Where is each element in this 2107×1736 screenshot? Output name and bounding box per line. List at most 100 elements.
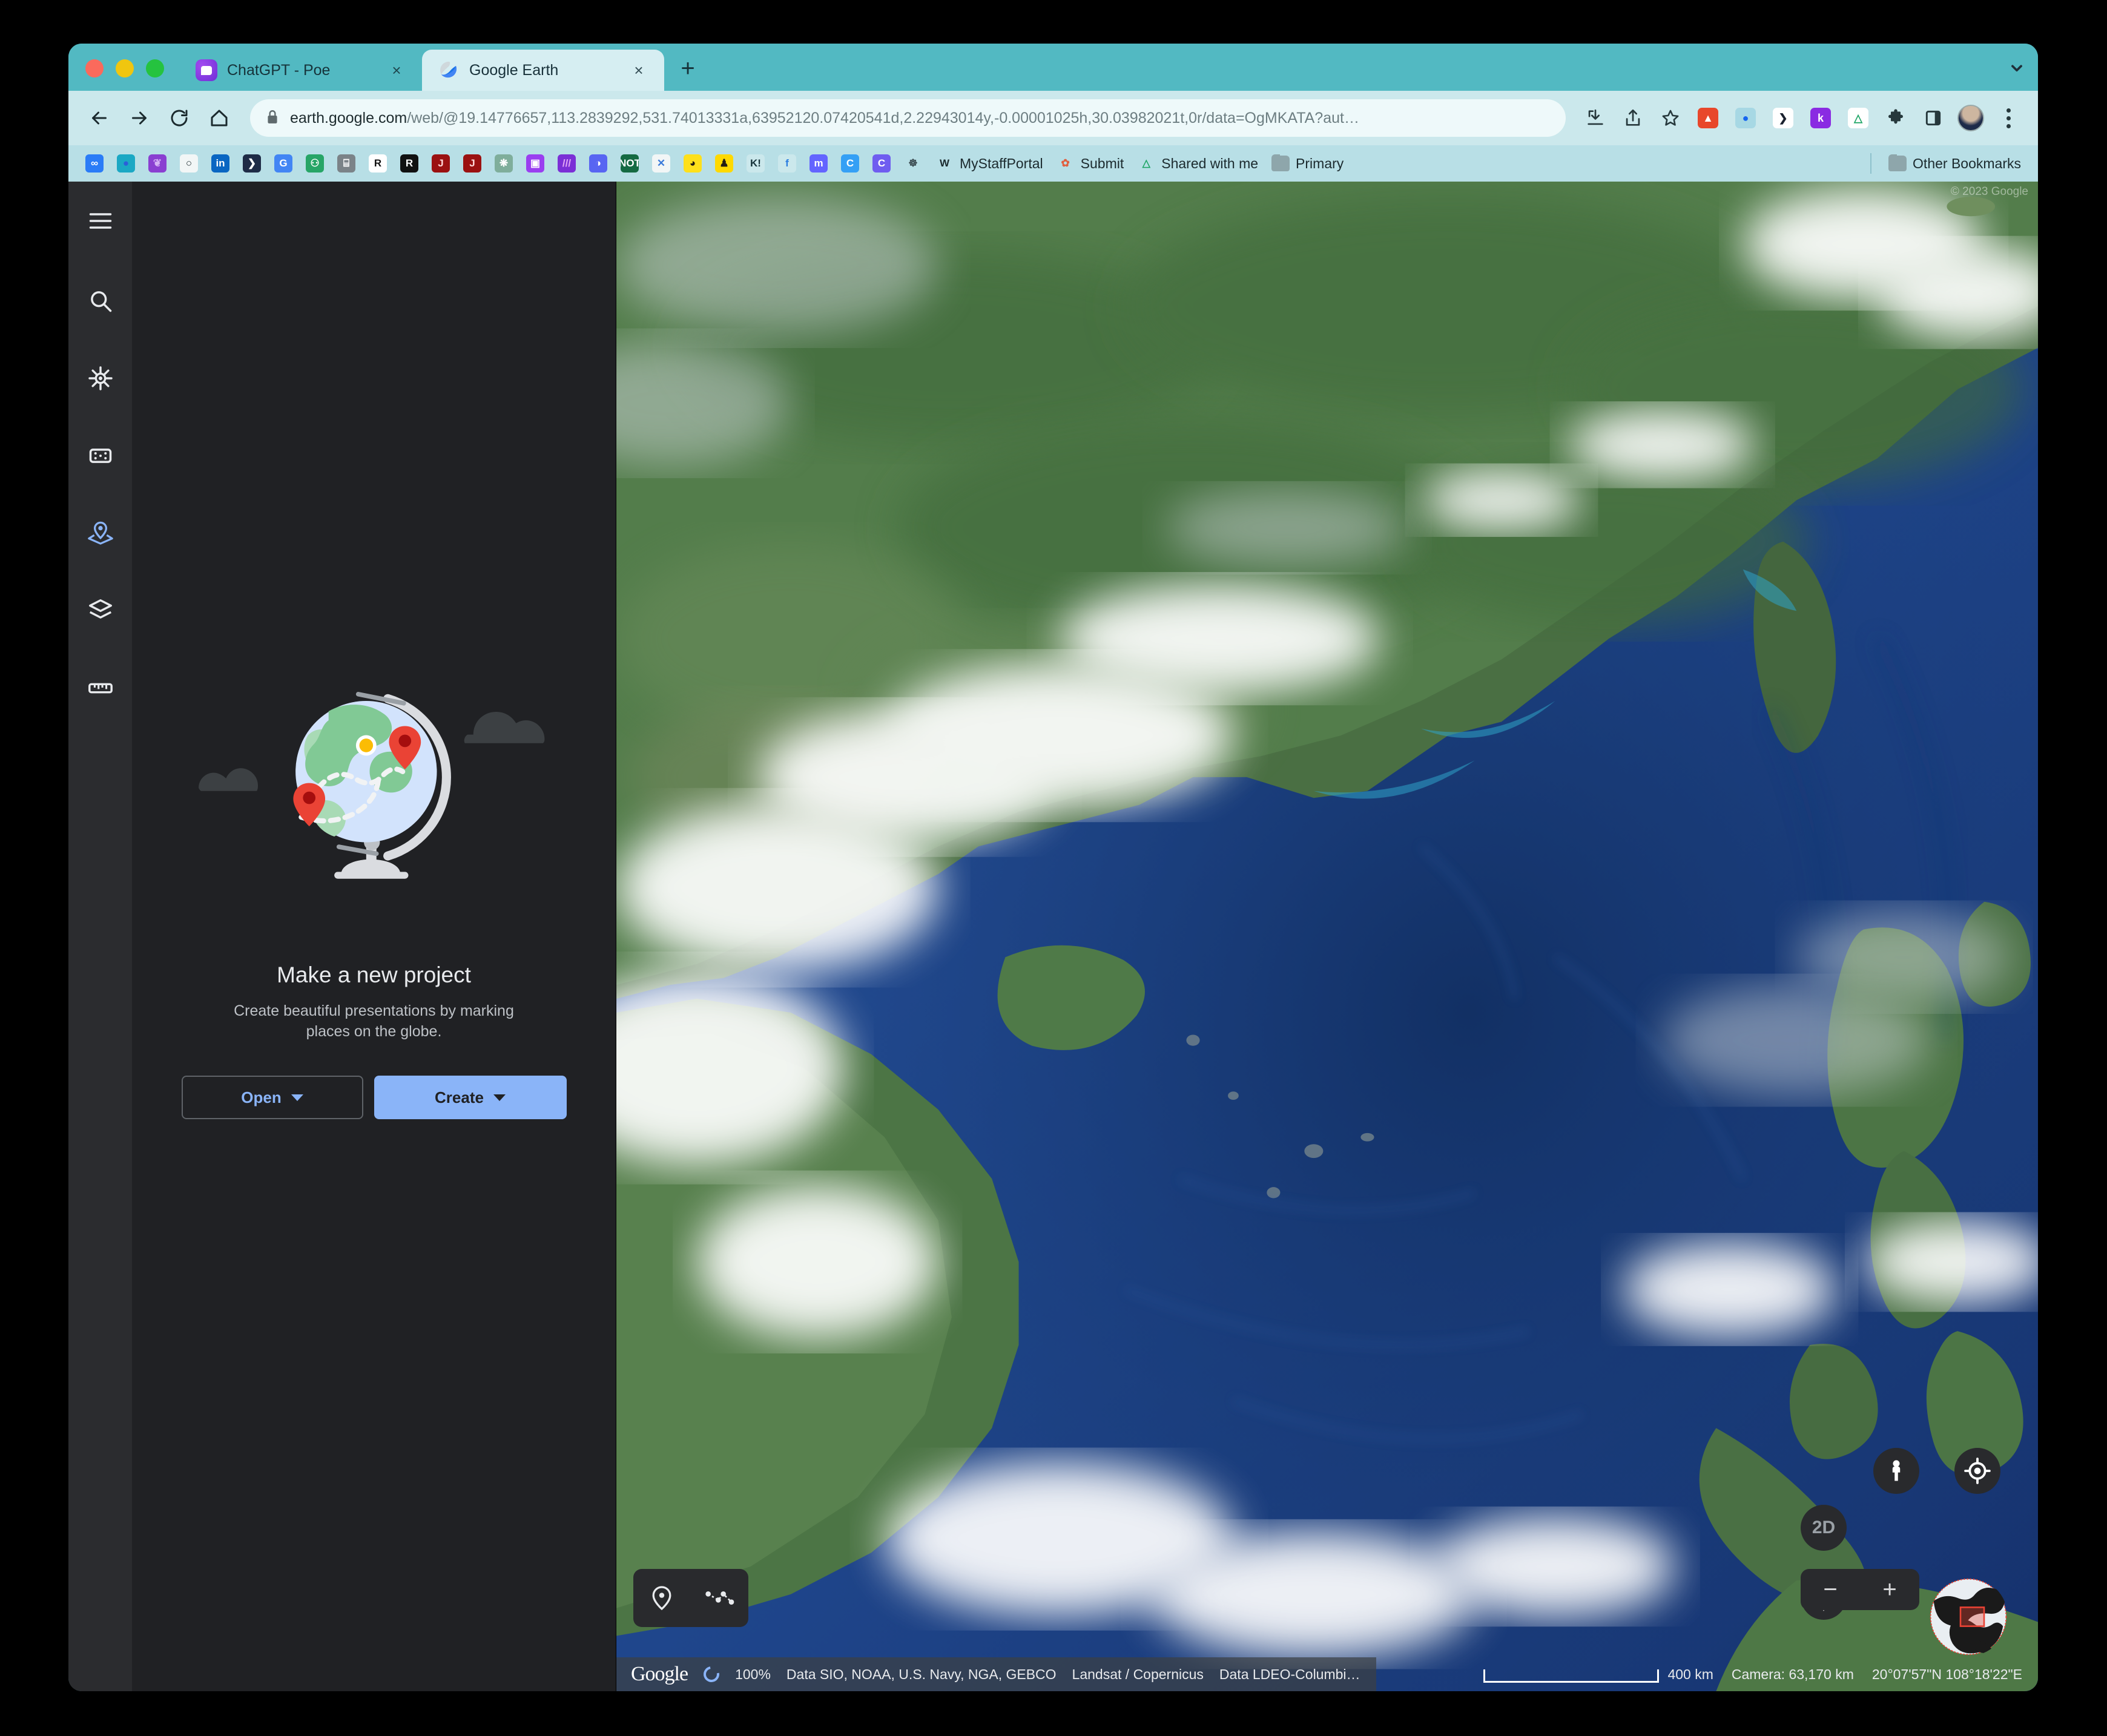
mini-globe-overview[interactable] [1929,1577,2008,1656]
feather-bookmark[interactable]: ❦ [143,152,171,175]
projects-icon[interactable] [77,510,124,557]
shared-with-me-bookmark[interactable]: △ Shared with me [1132,152,1263,175]
side-panel-icon[interactable] [1917,102,1950,134]
prezi-bookmark[interactable]: ❯ [238,152,266,175]
bookmarks-bar: ∞ ● ❦ ○ in ❯ G ⚇ ⌸ R R J J ❋ ▣///◑ NOT ✕ ◕ ♟ K! f m C C ☸ W MyStaf… [68,145,2038,182]
kebab-menu-icon[interactable] [1992,102,2025,134]
dashlane-extension[interactable]: ❯ [1767,102,1799,134]
chevron-down-icon [291,1094,303,1101]
new-tab-button[interactable]: + [669,50,707,87]
address-bar[interactable]: earth.google.com/web/@19.14776657,113.28… [250,99,1566,137]
puzzle-extensions-icon[interactable] [1879,102,1912,134]
flickr-bookmark[interactable]: f [773,152,801,175]
tab-google-earth[interactable]: Google Earth × [422,50,664,91]
robot-icon: ⚇ [306,154,324,173]
jstor-2-bookmark[interactable]: J [458,152,486,175]
forward-arrow-icon[interactable] [122,100,157,136]
researchgate-bookmark[interactable]: R [364,152,392,175]
profile-avatar[interactable] [1954,102,1987,134]
google-earth-app: Make a new project Create beautiful pres… [68,182,2038,1691]
star-icon[interactable] [1654,102,1687,134]
share-icon[interactable] [1617,102,1649,134]
primary-folder-icon [1271,154,1290,173]
window-traffic-lights [68,59,180,91]
feather-icon: ❦ [148,154,167,173]
other-bookmarks-folder[interactable]: Other Bookmarks [1884,152,2026,175]
infinity-bookmark[interactable]: ∞ [81,152,108,175]
layers-icon[interactable] [77,587,124,634]
close-tab-icon[interactable]: × [384,62,409,78]
feeling-lucky-icon[interactable] [77,432,124,479]
google-translate-bookmark[interactable]: G [269,152,297,175]
create-button-label: Create [435,1088,484,1106]
create-project-button[interactable]: Create [374,1076,567,1120]
kahoot-icon: K! [747,154,765,173]
measure-icon[interactable] [77,665,124,712]
place-marker-icon[interactable] [648,1584,676,1612]
minimize-window-button[interactable] [116,59,134,77]
books-bookmark[interactable]: /// [553,152,581,175]
poe-bookmark[interactable]: ▣ [521,152,549,175]
draw-line-icon[interactable] [704,1586,734,1610]
home-icon[interactable] [202,100,237,136]
menu-icon[interactable] [77,197,124,245]
panel-actions: Open Create [180,1076,568,1120]
zoom-in-button[interactable]: + [1865,1577,1914,1602]
linkedin-icon: in [211,154,229,173]
voyager-icon[interactable] [77,355,124,402]
coursera-2-bookmark[interactable]: C [868,152,895,175]
github-bookmark[interactable]: ○ [175,152,203,175]
jstor-bookmark[interactable]: J [427,152,455,175]
search-icon[interactable] [77,277,124,324]
fireshot-extension[interactable]: ▲ [1692,102,1724,134]
x-bookmark[interactable]: ✕ [647,152,675,175]
maximize-window-button[interactable] [146,59,164,77]
mailchimp-bookmark[interactable]: ◕ [679,152,707,175]
coursera-bookmark[interactable]: C [836,152,864,175]
kobo-extension[interactable]: k [1804,102,1837,134]
molecule-bookmark[interactable]: ☸ [899,152,927,175]
google-earth-icon [438,59,460,81]
kahoot-bookmark[interactable]: K! [742,152,770,175]
download-icon[interactable] [1579,102,1612,134]
bookmarks-divider [1870,153,1872,174]
eggs-icon: ● [117,154,135,173]
researchgate-icon: R [369,154,387,173]
rstudio-bookmark[interactable]: R [395,152,423,175]
browser-window: ChatGPT - Poe × Google Earth × + earth.g… [68,44,2038,1691]
reload-icon[interactable] [162,100,197,136]
view-mode-toggle[interactable]: 2D [1801,1505,1847,1551]
eggs-bookmark[interactable]: ● [112,152,140,175]
jstor-2-icon: J [463,154,481,173]
linkedin-bookmark[interactable]: in [206,152,234,175]
back-arrow-icon[interactable] [82,100,117,136]
slides-bookmark[interactable]: ⌸ [332,152,360,175]
close-window-button[interactable] [85,59,104,77]
submit-bookmark[interactable]: ✿ Submit [1052,152,1129,175]
close-tab-icon[interactable]: × [627,62,651,78]
open-button-label: Open [241,1088,282,1106]
satellite-imagery [616,182,2038,1691]
chevron-down-icon[interactable] [1996,47,2038,88]
pegman-street-view-icon[interactable] [1873,1448,1919,1494]
discord-bookmark[interactable]: ◑ [584,152,612,175]
notion-bookmark[interactable]: NOT [616,152,644,175]
tab-title: ChatGPT - Poe [227,61,331,79]
page-title: Make a new project [277,962,471,987]
zoom-out-button[interactable]: − [1806,1577,1855,1602]
yellow-bookmark[interactable]: ♟ [710,152,738,175]
mystaffportal-bookmark[interactable]: W MyStaffPortal [931,152,1048,175]
google-drive-extension[interactable]: △ [1842,102,1875,134]
jstor-icon: J [432,154,450,173]
blue-dot-extension[interactable]: ● [1729,102,1762,134]
mastodon-bookmark[interactable]: m [805,152,833,175]
primary-folder-bookmark[interactable]: Primary [1267,152,1348,175]
robot-bookmark[interactable]: ⚇ [301,152,329,175]
globe-with-pins-illustration [198,691,544,879]
my-location-icon[interactable] [1954,1448,2000,1494]
tab-chatgpt-poe[interactable]: ChatGPT - Poe × [180,50,422,91]
open-project-button[interactable]: Open [181,1076,363,1120]
openai-bookmark[interactable]: ❋ [490,152,518,175]
map-draw-tools [633,1569,748,1627]
earth-map-viewport[interactable]: © 2023 Google 2D − + Google 100% Data SI… [616,182,2038,1691]
